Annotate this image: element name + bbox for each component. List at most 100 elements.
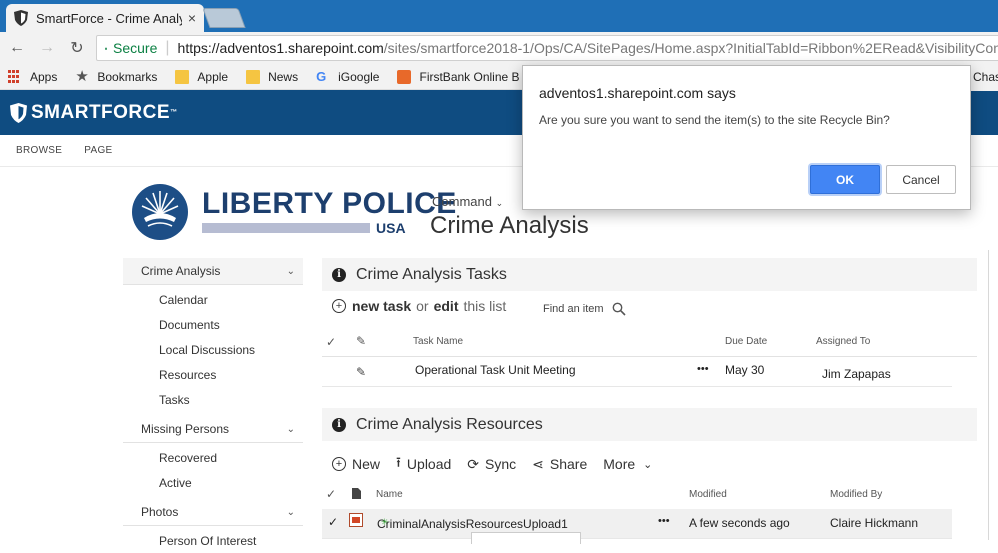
shield-logo-icon (10, 102, 27, 123)
nav-item-active[interactable]: Active (123, 470, 303, 495)
nav-item-documents[interactable]: Documents (123, 312, 303, 337)
bookmark-apps[interactable]: Apps (8, 69, 57, 84)
browser-toolbar: ← → ↻ Secure | https://adventos1.sharepo… (0, 32, 998, 64)
powerpoint-file-icon (349, 513, 363, 527)
table-row[interactable]: ✓ CriminalAnalysisResourcesUpload1 ✳ ••• … (322, 509, 952, 539)
sync-button[interactable]: ⟳ Sync (467, 456, 516, 473)
new-button[interactable]: + New (332, 456, 380, 472)
site-logo[interactable]: LIBERTY POLICE USA (132, 184, 457, 240)
chevron-down-icon[interactable]: ⌄ (287, 507, 295, 518)
nav-item-local-discussions[interactable]: Local Discussions (123, 337, 303, 362)
site-title: Crime Analysis (430, 212, 589, 239)
bookmark-news[interactable]: News (246, 69, 298, 84)
liberty-seal-icon (132, 184, 188, 240)
column-name[interactable]: Name (376, 489, 403, 500)
command-menu[interactable]: Command ⌄ (432, 194, 503, 209)
table-row[interactable]: ✎ Operational Task Unit Meeting ••• May … (322, 357, 952, 387)
nav-section-photos[interactable]: Photos ⌄ (123, 499, 303, 526)
shield-icon (14, 10, 28, 26)
checkmark-icon[interactable]: ✓ (326, 487, 336, 501)
share-icon: ⋖ (532, 455, 544, 472)
nav-section-label: Missing Persons (141, 422, 230, 436)
upload-button[interactable]: ⭱ Upload (396, 452, 451, 476)
forward-arrow-icon[interactable]: → (36, 39, 58, 57)
nav-section-crime-analysis[interactable]: Crime Analysis ⌄ (123, 258, 303, 285)
tasks-title[interactable]: Crime Analysis Tasks (356, 266, 507, 284)
url-path: /sites/smartforce2018-1/Ops/CA/SitePages… (383, 40, 998, 56)
resources-toolbar: + New ⭱ Upload ⟳ Sync ⋖ Share More ⌄ (332, 452, 668, 476)
star-icon: ★ (75, 67, 89, 85)
browser-tab-bar: SmartForce - Crime Analy × (0, 0, 998, 32)
edit-list-link[interactable]: edit (434, 298, 459, 314)
browser-tab-active[interactable]: SmartForce - Crime Analy × (6, 4, 204, 32)
upload-icon: ⭱ (396, 454, 401, 470)
reload-icon[interactable]: ↻ (66, 38, 88, 58)
column-due-date[interactable]: Due Date (725, 336, 767, 347)
address-bar[interactable]: Secure | https://adventos1.sharepoint.co… (96, 35, 998, 61)
resources-table-header: ✓ Name Modified Modified By (322, 484, 977, 511)
checkmark-icon[interactable]: ✓ (326, 335, 336, 349)
search-icon[interactable] (612, 302, 626, 316)
plus-circle-icon[interactable]: + (332, 299, 346, 313)
nav-section-missing-persons[interactable]: Missing Persons ⌄ (123, 416, 303, 443)
new-task-link[interactable]: new task (352, 298, 411, 314)
task-assigned-to[interactable]: Jim Zapapas (822, 367, 891, 381)
command-label: Command (432, 194, 492, 209)
plus-circle-icon: + (332, 457, 346, 471)
bookmark-igoogle[interactable]: G iGoogle (316, 69, 379, 84)
nav-section-label: Crime Analysis (141, 264, 221, 278)
nav-item-person-of-interest[interactable]: Person Of Interest (123, 528, 303, 553)
bookmark-bookmarks[interactable]: ★ Bookmarks (75, 67, 157, 85)
nav-section-label: Photos (141, 505, 179, 519)
document-icon (352, 488, 361, 499)
resources-title[interactable]: Crime Analysis Resources (356, 416, 543, 434)
nav-item-tasks[interactable]: Tasks (123, 387, 303, 412)
ok-button[interactable]: OK (810, 165, 880, 194)
url-host: https://adventos1.sharepoint.com (177, 40, 384, 56)
cancel-button[interactable]: Cancel (886, 165, 956, 194)
chevron-down-icon[interactable]: ⌄ (287, 266, 295, 277)
firstbank-icon (397, 69, 412, 84)
or-text: or (416, 298, 429, 314)
share-button[interactable]: ⋖ Share (532, 456, 587, 473)
file-modified-by[interactable]: Claire Hickmann (830, 516, 918, 530)
ellipsis-icon[interactable]: ••• (697, 363, 709, 375)
checkmark-icon[interactable]: ✓ (328, 515, 338, 529)
tasks-webpart-title: i Crime Analysis Tasks (322, 258, 977, 291)
bookmark-chase[interactable]: Chase (971, 63, 998, 91)
pencil-icon[interactable]: ✎ (356, 365, 366, 379)
ellipsis-icon[interactable]: ••• (658, 515, 670, 527)
task-due-date: May 30 (725, 363, 765, 377)
tab-page[interactable]: PAGE (84, 145, 112, 156)
nav-item-resources[interactable]: Resources (123, 362, 303, 387)
close-icon[interactable]: × (188, 10, 196, 26)
new-task-bar: + new task or edit this list (332, 298, 511, 314)
new-tab-button[interactable] (202, 8, 246, 28)
task-name[interactable]: Operational Task Unit Meeting (415, 363, 576, 377)
bookmark-firstbank[interactable]: FirstBank Online B (397, 69, 520, 84)
lock-icon (105, 46, 108, 50)
more-button[interactable]: More ⌄ (603, 456, 652, 472)
column-task-name[interactable]: Task Name (413, 336, 463, 347)
tab-title: SmartForce - Crime Analy (36, 10, 182, 26)
column-assigned-to[interactable]: Assigned To (816, 336, 870, 347)
bookmark-apple[interactable]: Apple (175, 69, 228, 84)
nav-item-calendar[interactable]: Calendar (123, 287, 303, 312)
chevron-down-icon: ⌄ (643, 458, 653, 471)
nav-item-recovered[interactable]: Recovered (123, 445, 303, 470)
chevron-down-icon: ⌄ (495, 198, 504, 208)
info-icon[interactable]: i (332, 417, 346, 432)
smartforce-logo[interactable]: SMARTFORCE ™ (10, 102, 178, 124)
column-modified-by[interactable]: Modified By (830, 489, 882, 500)
column-modified[interactable]: Modified (689, 489, 727, 500)
tasks-table-header: ✓ ✎ Task Name Due Date Assigned To (322, 330, 977, 357)
secure-label: Secure (113, 40, 158, 56)
logo-main-text: LIBERTY POLICE (202, 186, 457, 220)
info-icon[interactable]: i (332, 267, 346, 282)
address-separator: | (165, 39, 170, 56)
find-item-search[interactable]: Find an item (543, 302, 626, 316)
back-arrow-icon[interactable]: ← (6, 39, 28, 57)
pencil-icon: ✎ (356, 334, 367, 348)
chevron-down-icon[interactable]: ⌄ (287, 424, 295, 435)
tab-browse[interactable]: BROWSE (16, 145, 62, 156)
